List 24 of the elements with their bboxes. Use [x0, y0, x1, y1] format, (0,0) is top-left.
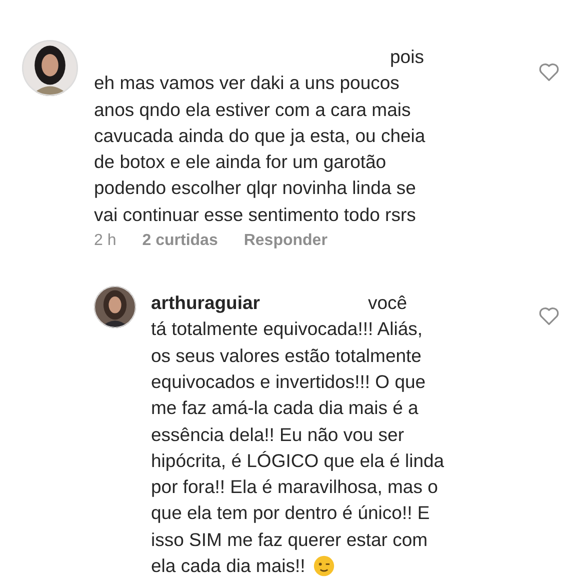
comment-text: ela cada dia mais!! — [151, 554, 306, 578]
likes-count[interactable]: 2 curtidas — [142, 232, 218, 250]
heart-icon[interactable] — [538, 306, 560, 326]
comment-text: por fora!! Ela é maravilhosa, mas o — [151, 475, 438, 500]
comment-text: hipócrita, é LÓGICO que ela é linda — [151, 448, 444, 473]
heart-icon[interactable] — [538, 62, 560, 82]
comment-text: você — [368, 291, 408, 316]
comment-text: equivocados e invertidos!!! O que — [151, 370, 426, 394]
comment-text: pois — [390, 45, 424, 69]
reply-link[interactable]: Responder — [244, 232, 328, 250]
comment-text: anos qndo ela estiver com a cara mais — [94, 98, 411, 122]
comment-text: os seus valores estão totalmente — [151, 344, 422, 368]
comment-text: essência dela!! Eu não vou ser — [151, 422, 404, 447]
comment-text: isso SIM me faz querer estar com — [151, 528, 428, 552]
comment-text: cavucada ainda do que ja esta, ou cheia — [94, 124, 426, 148]
comment-text: eh mas vamos ver daki a uns poucos — [94, 71, 400, 96]
comment-text: podendo escolher qlqr novinha linda se — [94, 176, 416, 200]
comment-text: que ela tem por dentro é único!! E — [151, 501, 430, 526]
comment-time: 2 h — [94, 232, 116, 250]
comment-text: tá totalmente equivocada!!! Aliás, — [151, 317, 423, 342]
comment-text: vai continuar esse sentimento todo rsrs — [94, 202, 416, 227]
comment-text: de botox e ele ainda for um garotão — [94, 150, 386, 174]
username[interactable]: arthuraguiar — [151, 290, 260, 316]
comment-text: me faz amá-la cada dia mais é a — [151, 396, 418, 420]
